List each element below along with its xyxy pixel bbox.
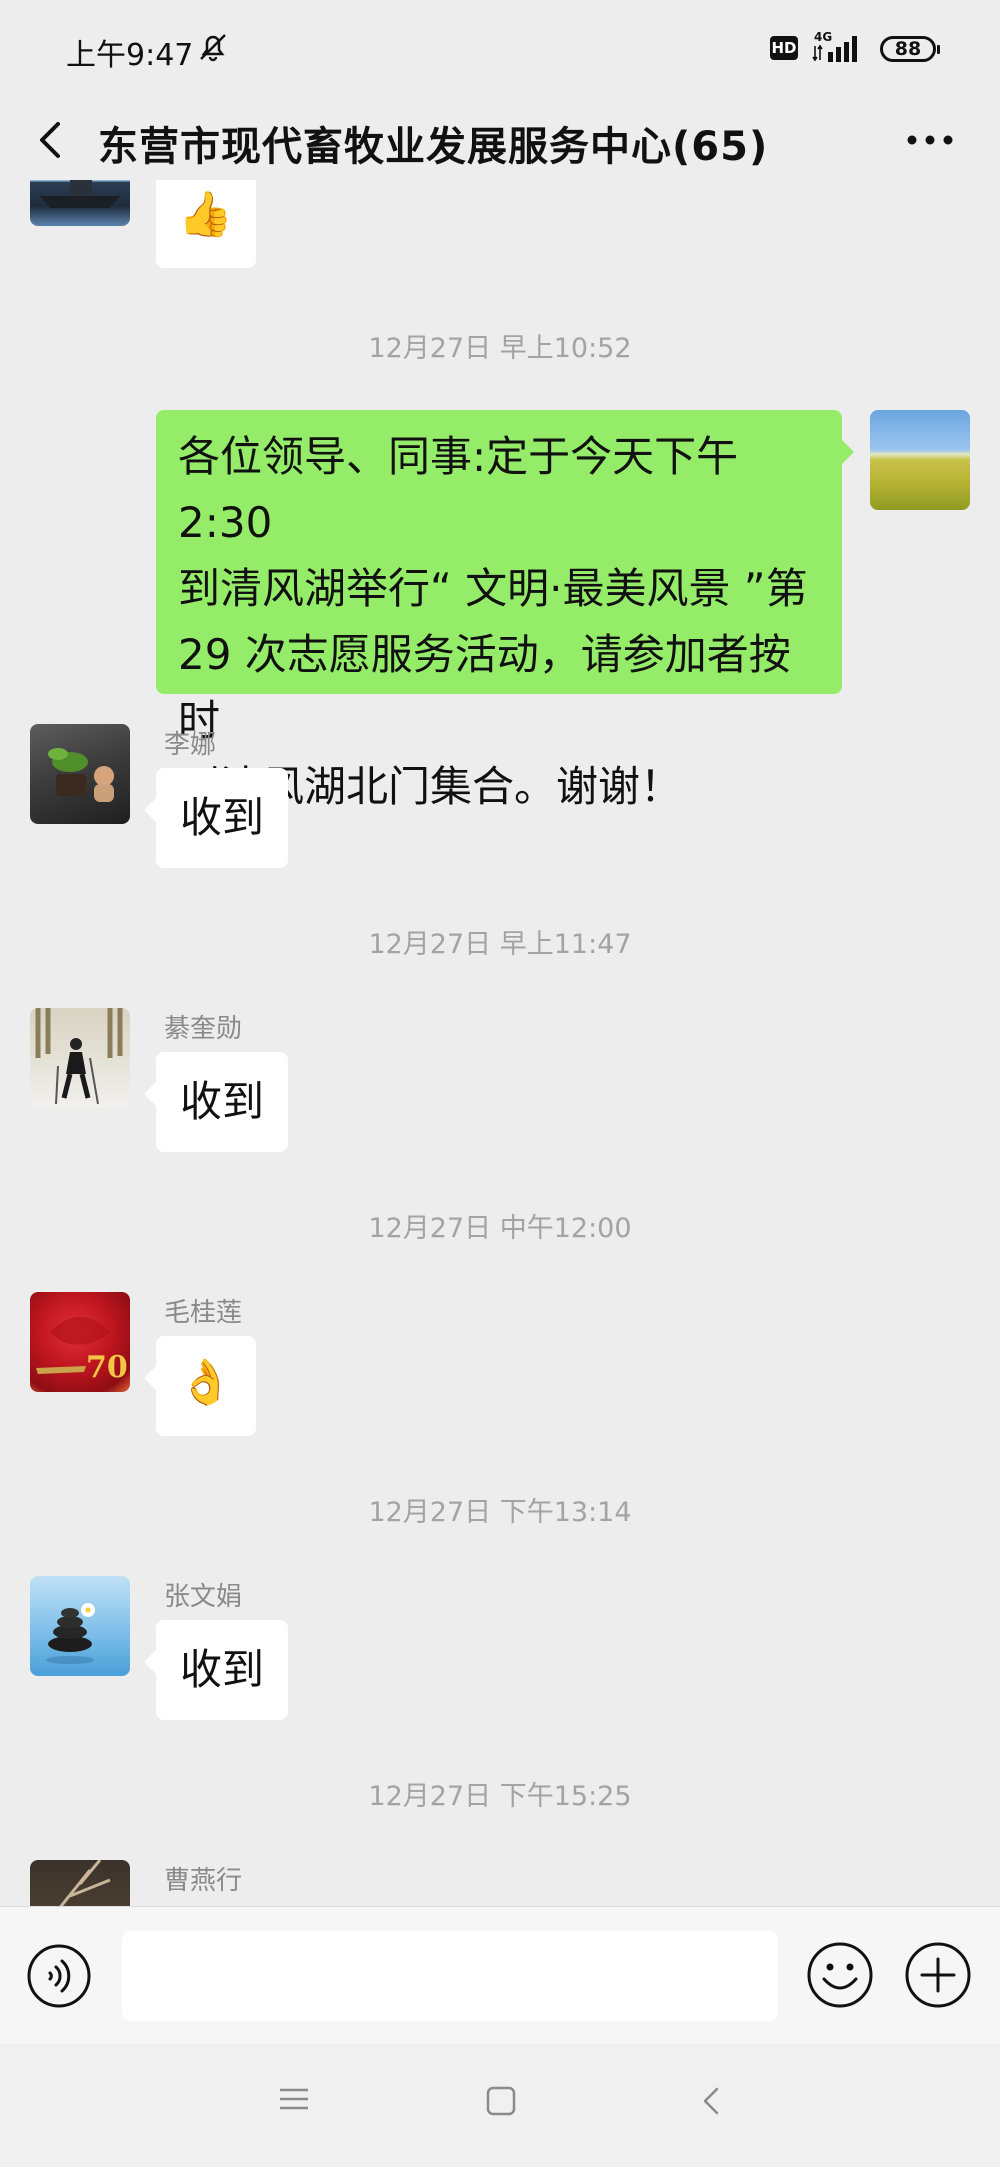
menu-icon[interactable]	[278, 2086, 310, 2112]
emoji-icon[interactable]	[806, 1941, 874, 2009]
chat-header: 东营市现代畜牧业发展服务中心(65)	[0, 100, 1000, 180]
message-bubble[interactable]: 收到	[144, 1052, 288, 1152]
message-list[interactable]: 👍 12月27日 早上10:52 各位领导、同事:定于今天下午 2:30 到清风…	[0, 180, 1000, 1906]
branch-image	[59, 1860, 111, 1906]
message-bubble[interactable]: 收到	[144, 768, 288, 868]
timestamp: 12月27日 早上11:47	[368, 929, 632, 960]
avatar[interactable]	[30, 724, 130, 824]
avatar[interactable]	[30, 1576, 130, 1676]
message-bubble[interactable]: 收到	[144, 1620, 288, 1720]
timestamp: 12月27日 中午12:00	[368, 1213, 632, 1244]
home-icon[interactable]	[486, 2086, 516, 2116]
avatar[interactable]	[30, 1860, 130, 1906]
timestamp: 12月27日 下午13:14	[368, 1497, 632, 1528]
voice-icon[interactable]	[26, 1943, 92, 2009]
chat-title: 东营市现代畜牧业发展服务中心(65)	[98, 124, 769, 170]
thumbs-up-icon: 👍	[178, 189, 233, 240]
my-avatar[interactable]	[870, 410, 970, 510]
message-text: 收到	[180, 793, 265, 842]
message-input[interactable]	[122, 1931, 778, 2021]
ok-hand-icon: 👌	[178, 1357, 233, 1408]
emoji-message[interactable]: 👌	[144, 1336, 256, 1436]
ship-image	[40, 180, 120, 208]
message-text: 收到	[180, 1077, 265, 1126]
message-text: 各位领导、同事:定于今天下午 2:30 到清风湖举行“ 文明·最美风景 ”第 2…	[178, 432, 808, 811]
stones-image	[46, 1603, 95, 1664]
sender-name: 曹燕行	[164, 1866, 243, 1896]
input-bar	[0, 1906, 1000, 2045]
avatar[interactable]	[30, 180, 130, 226]
sender-name: 毛桂莲	[164, 1298, 243, 1328]
skier-image	[35, 1008, 123, 1105]
plus-icon[interactable]	[904, 1941, 972, 2009]
status-bar: 上午9:47 HD 4G 88	[0, 0, 1000, 100]
message-text: 收到	[180, 1645, 265, 1694]
status-time: 上午9:47	[66, 38, 194, 73]
signal-icon	[812, 36, 857, 62]
more-dots-icon[interactable]	[900, 120, 960, 160]
back-icon[interactable]	[700, 2086, 722, 2116]
sender-name: 綦奎勋	[164, 1014, 243, 1044]
emoji-message[interactable]: 👍	[156, 180, 256, 268]
plant-image	[48, 748, 114, 802]
bell-off-icon	[200, 34, 226, 62]
hd-badge: HD	[770, 36, 798, 60]
avatar[interactable]: 70	[30, 1292, 130, 1392]
chevron-left-icon[interactable]	[30, 116, 74, 164]
battery-indicator: 88	[880, 36, 940, 62]
avatar[interactable]	[30, 1008, 130, 1108]
system-navigation-bar	[0, 2044, 1000, 2167]
sender-name: 李娜	[164, 730, 217, 760]
my-message-bubble[interactable]: 各位领导、同事:定于今天下午 2:30 到清风湖举行“ 文明·最美风景 ”第 2…	[156, 410, 854, 811]
timestamp: 12月27日 早上10:52	[368, 333, 632, 364]
avatar-badge-text: 70	[86, 1350, 128, 1385]
timestamp: 12月27日 下午15:25	[368, 1781, 632, 1812]
sender-name: 张文娟	[164, 1582, 243, 1612]
